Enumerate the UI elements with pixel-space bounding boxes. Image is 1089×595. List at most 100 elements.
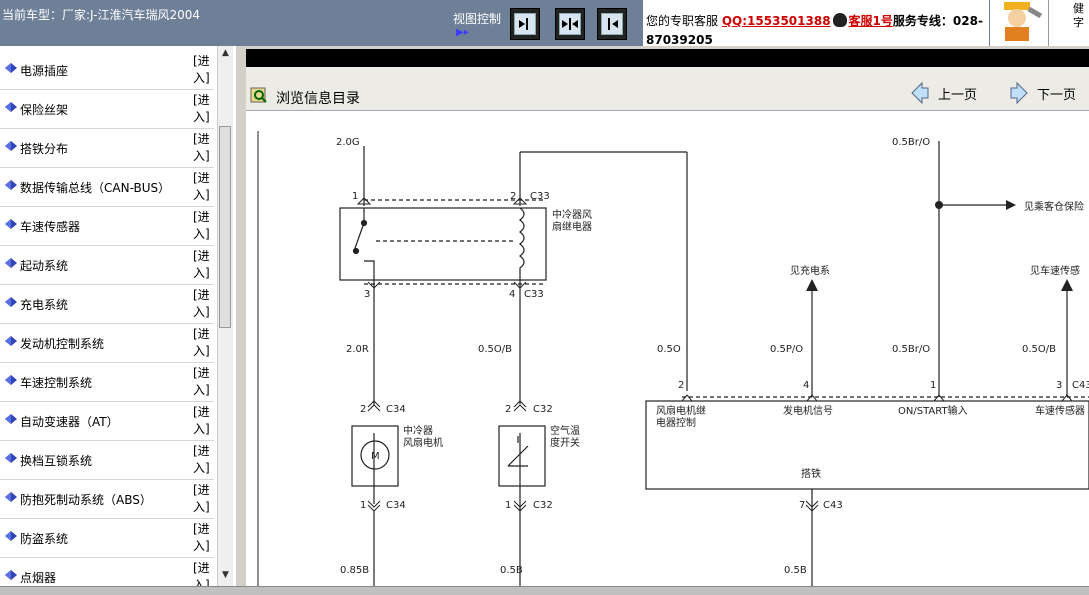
diamond-icon <box>5 180 17 190</box>
sidebar-item[interactable]: 车速传感器 [进入] <box>0 206 214 246</box>
kefu-link[interactable]: 客服1号 <box>849 14 893 28</box>
sidebar-item[interactable]: 换档互锁系统 [进入] <box>0 440 214 480</box>
enter-link[interactable]: [进入] <box>193 170 213 204</box>
wiring-diagram-panel: 2.0G 0.5Br/O 1 2 C33 中冷器风 扇继电器 3 4 C33 2… <box>246 111 1089 586</box>
pin-label: 1 <box>930 380 936 391</box>
enter-link[interactable]: [进入] <box>193 365 213 399</box>
scroll-up-icon[interactable]: ▲ <box>218 46 233 61</box>
scroll-thumb[interactable] <box>219 126 231 328</box>
diamond-icon <box>5 219 17 229</box>
enter-link[interactable]: [进入] <box>193 404 213 438</box>
view-right-button[interactable] <box>597 8 627 40</box>
wire-label: 0.5O/B <box>478 344 512 355</box>
enter-link[interactable]: [进入] <box>193 131 213 165</box>
sidebar-item[interactable]: 起动系统 [进入] <box>0 245 214 285</box>
connector-label: C32 <box>533 404 553 415</box>
next-page-button[interactable]: 下一页 <box>1009 80 1076 106</box>
enter-link[interactable]: [进入] <box>193 560 213 586</box>
enter-link[interactable]: [进入] <box>193 326 213 360</box>
sidebar-item-label: 车速传感器 <box>20 220 81 234</box>
enter-link[interactable]: [进入] <box>193 53 213 87</box>
sidebar-item-label: 点烟器 <box>20 571 57 585</box>
wire-label: 0.5P/O <box>770 344 803 355</box>
wire-label: 2.0G <box>336 137 360 148</box>
motor-label: 中冷器 <box>403 424 433 437</box>
dock-right-icon <box>608 18 618 30</box>
sidebar-item-label: 换档互锁系统 <box>20 454 93 468</box>
diamond-icon <box>5 531 17 541</box>
enter-link[interactable]: [进入] <box>193 482 213 516</box>
enter-link[interactable]: [进入] <box>193 209 213 243</box>
sidebar-item-label: 车速控制系统 <box>20 376 93 390</box>
view-left-button[interactable] <box>510 8 540 40</box>
ecm-input-label: 电器控制 <box>656 416 696 429</box>
enter-link[interactable]: [进入] <box>193 287 213 321</box>
pin-label: 3 <box>364 289 370 300</box>
arrow-right-icon <box>1010 81 1028 105</box>
pin-label: 3 <box>1056 380 1062 391</box>
sidebar-item[interactable]: 防抱死制动系统（ABS） [进入] <box>0 479 214 519</box>
sidebar-item[interactable]: 自动变速器（AT） [进入] <box>0 401 214 441</box>
sidebar-item[interactable]: 车速控制系统 [进入] <box>0 362 214 402</box>
play-icon: ▶▸ <box>456 27 469 38</box>
reference-label: 见乘客仓保险 <box>1024 200 1084 213</box>
sidebar-item[interactable]: 保险丝架 [进入] <box>0 89 214 129</box>
sidebar-item-label: 防盗系统 <box>20 532 69 546</box>
scroll-down-icon[interactable]: ▼ <box>218 568 233 583</box>
diamond-icon <box>5 336 17 346</box>
sidebar-item-label: 自动变速器（AT） <box>20 415 119 429</box>
sidebar-item-label: 搭铁分布 <box>20 142 69 156</box>
connector-label: C32 <box>533 500 553 511</box>
sidebar-item[interactable]: 防盗系统 [进入] <box>0 518 214 558</box>
right-tab-line2: 字 <box>1073 16 1084 29</box>
connector-label: C43 <box>1072 380 1089 391</box>
ecm-input-label: 风扇电机继 <box>656 404 706 417</box>
connector-label: C43 <box>823 500 843 511</box>
current-vehicle-label: 当前车型：厂家:J-江淮汽车瑞风2004 <box>2 8 201 22</box>
right-tab-line1: 健 <box>1073 2 1084 15</box>
sidebar-item[interactable]: 充电系统 [进入] <box>0 284 214 324</box>
wire-label: 0.5B <box>500 565 523 576</box>
browse-directory-icon <box>250 87 267 103</box>
enter-link[interactable]: [进入] <box>193 521 213 555</box>
ecm-input-label: 车速传感器 <box>1035 404 1085 417</box>
pin-label: 1 <box>505 500 511 511</box>
diamond-icon <box>5 414 17 424</box>
diamond-icon <box>5 492 17 502</box>
sidebar-scrollbar[interactable]: ▲ ▼ <box>217 46 233 586</box>
sidebar-item-label: 保险丝架 <box>20 103 69 117</box>
pin-label: 2 <box>510 191 516 202</box>
browse-directory-title[interactable]: 浏览信息目录 <box>276 88 360 108</box>
next-page-label: 下一页 <box>1037 87 1077 103</box>
connector-label: C33 <box>524 289 544 300</box>
ground-label: 搭铁 <box>801 467 821 480</box>
diamond-icon <box>5 297 17 307</box>
sidebar-item[interactable]: 发动机控制系统 [进入] <box>0 323 214 363</box>
connector-label: C34 <box>386 404 406 415</box>
reference-label: 见车速传感 <box>1030 264 1080 277</box>
prev-page-button[interactable]: 上一页 <box>910 80 977 106</box>
pin-label: 2 <box>505 404 511 415</box>
pane-splitter[interactable] <box>236 46 245 586</box>
sidebar-item[interactable]: 电源插座 [进入] <box>0 50 214 90</box>
wire-label: 0.5B <box>784 565 807 576</box>
sidebar-item[interactable]: 搭铁分布 [进入] <box>0 128 214 168</box>
enter-link[interactable]: [进入] <box>193 248 213 282</box>
sidebar-item[interactable]: 数据传输总线（CAN-BUS） [进入] <box>0 167 214 207</box>
dock-left-icon <box>519 18 528 30</box>
sidebar-item[interactable]: 点烟器 [进入] <box>0 557 214 586</box>
enter-link[interactable]: [进入] <box>193 443 213 477</box>
view-split-button[interactable] <box>555 8 585 40</box>
sidebar-item-label: 发动机控制系统 <box>20 337 105 351</box>
enter-link[interactable]: [进入] <box>193 92 213 126</box>
pin-label: 4 <box>803 380 809 391</box>
mascot-image <box>990 0 1048 46</box>
ecm-input-label: 发电机信号 <box>783 404 833 417</box>
right-tab[interactable]: 健 字 <box>1048 0 1089 46</box>
qq-link[interactable]: QQ:1553501388 <box>722 14 831 28</box>
split-icon <box>562 18 578 30</box>
pin-label: 1 <box>352 191 358 202</box>
hotline-label: 服务专线：028- <box>892 14 983 28</box>
diamond-icon <box>5 102 17 112</box>
motor-symbol: M <box>371 451 380 462</box>
